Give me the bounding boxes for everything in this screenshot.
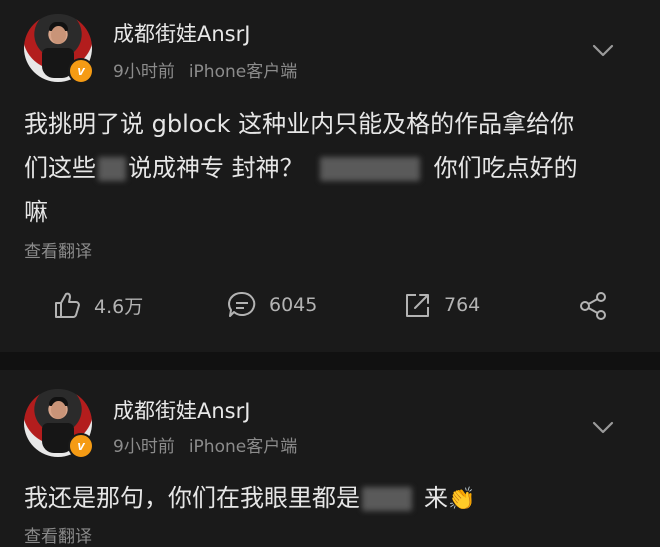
repost-button[interactable]: 764	[402, 290, 480, 320]
content-line: 我挑明了说 gblock 这种业内只能及格的作品拿给你	[24, 110, 575, 138]
share-icon	[580, 292, 606, 320]
like-count: 4.6万	[94, 295, 144, 318]
post-content: 我挑明了说 gblock 这种业内只能及格的作品拿给你 们这些 说成神专 封神？ 你…	[24, 102, 640, 234]
verified-badge-icon: v	[68, 58, 94, 84]
translate-link[interactable]: 查看翻译	[24, 237, 92, 262]
content-line: 们这些 说成神专 封神？ 你们吃点好的	[24, 146, 640, 190]
post-meta: 9小时前 iPhone客户端	[113, 432, 297, 457]
username[interactable]: 成都街娃AnsrJ	[113, 18, 250, 48]
chevron-down-icon[interactable]	[592, 421, 614, 435]
redacted-blur	[319, 157, 420, 181]
redacted-blur	[98, 157, 126, 181]
verified-badge-icon: v	[68, 433, 94, 459]
content-line: 嘛	[24, 198, 48, 226]
username[interactable]: 成都街娃AnsrJ	[113, 395, 250, 425]
avatar-face	[51, 401, 66, 419]
content-segment: 我还是那句，你们在我眼里都是	[24, 484, 360, 512]
post-card-2: v 成都街娃AnsrJ 9小时前 iPhone客户端 我还是那句，你们在我眼里都是…	[0, 370, 660, 547]
content-segment: 说成神专 封神？	[128, 154, 304, 182]
action-bar: 4.6万 6045 764	[0, 290, 660, 326]
share-button[interactable]	[577, 290, 609, 322]
post-time: 9小时前	[113, 437, 175, 457]
comment-button[interactable]: 6045	[227, 290, 317, 320]
avatar[interactable]: v	[24, 14, 94, 84]
post-divider	[0, 352, 660, 370]
content-segment: 来	[424, 484, 448, 512]
post-time: 9小时前	[113, 62, 175, 82]
repost-icon	[406, 294, 429, 317]
avatar[interactable]: v	[24, 389, 94, 459]
content-segment: 们这些	[24, 154, 96, 182]
post-content: 我还是那句，你们在我眼里都是 来👏	[24, 476, 640, 522]
avatar-face	[51, 26, 66, 44]
clap-emoji: 👏	[448, 487, 476, 512]
post-source: iPhone客户端	[188, 437, 298, 457]
redacted-blur	[362, 487, 412, 511]
content-line: 我还是那句，你们在我眼里都是 来👏	[24, 476, 640, 522]
post-source: iPhone客户端	[188, 62, 298, 82]
repost-count: 764	[444, 294, 481, 316]
comment-icon	[228, 291, 256, 317]
content-segment: 你们吃点好的	[433, 154, 578, 182]
like-icon	[55, 292, 80, 318]
chevron-down-icon[interactable]	[592, 44, 614, 58]
post-meta: 9小时前 iPhone客户端	[113, 57, 297, 82]
comment-count: 6045	[269, 294, 318, 316]
post-card-1: v 成都街娃AnsrJ 9小时前 iPhone客户端 我挑明了说 gblock 这…	[0, 0, 660, 352]
like-button[interactable]: 4.6万	[52, 290, 143, 320]
